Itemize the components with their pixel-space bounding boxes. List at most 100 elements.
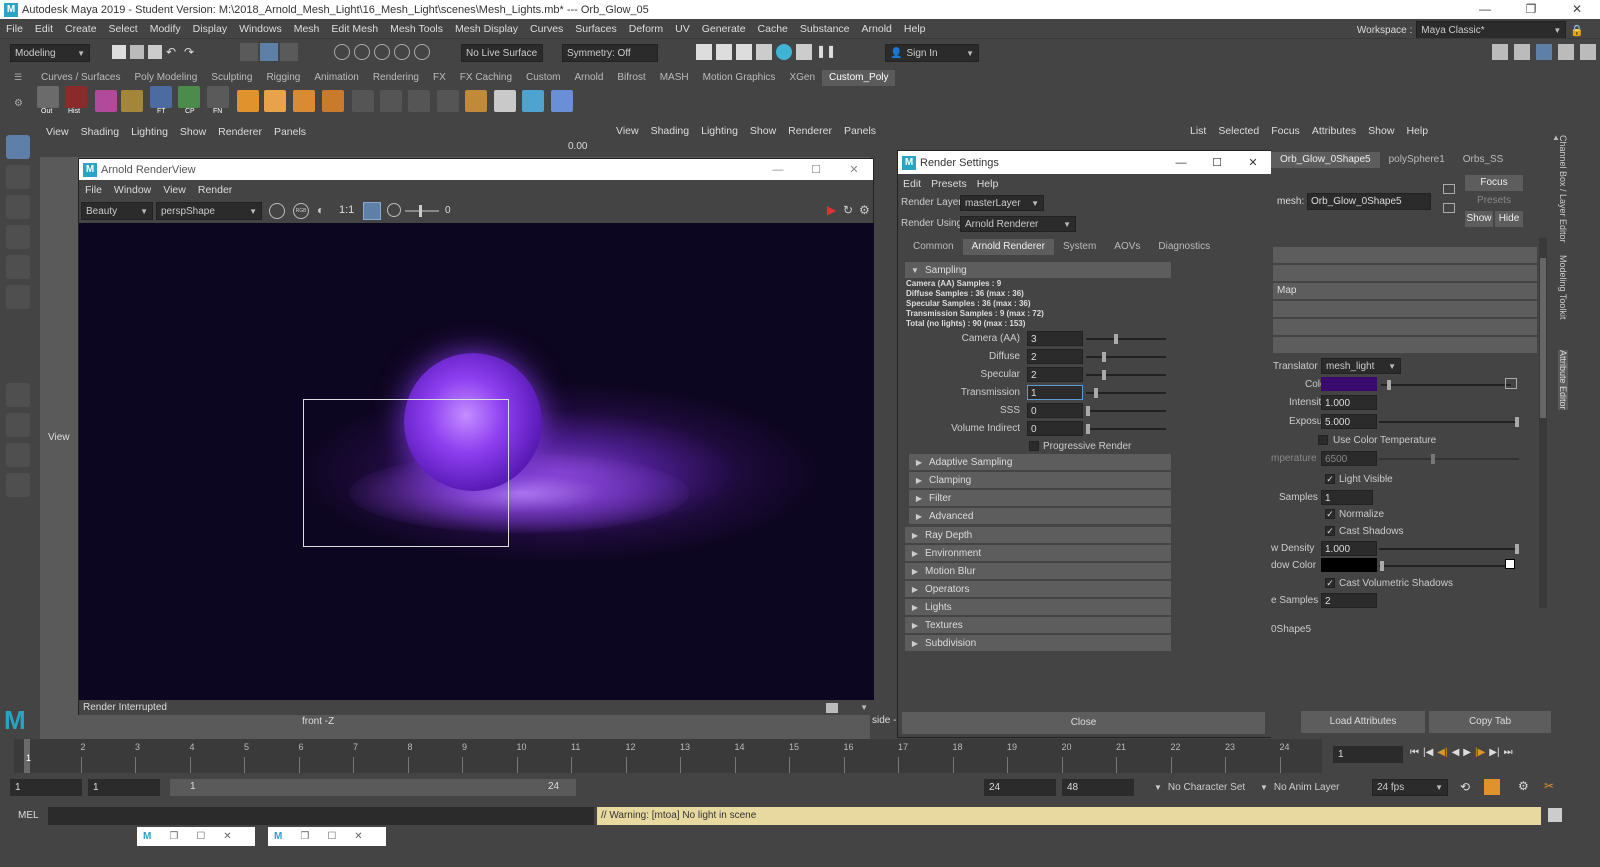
exposure-field[interactable]: 5.000 — [1321, 414, 1377, 429]
rotate-tool-icon[interactable] — [6, 255, 30, 279]
viewport-left-value[interactable]: 0.00 — [568, 141, 587, 152]
shelf-menu-icon[interactable]: ☰ — [14, 72, 24, 82]
sampling-camera-aa-field[interactable]: 3 — [1027, 331, 1083, 346]
mesh-name-field[interactable]: Orb_Glow_0Shape5 — [1307, 193, 1431, 210]
playback-end-field[interactable]: 24 — [984, 779, 1056, 796]
cast-volumetric-shadows-checkbox[interactable]: ✓ — [1325, 578, 1335, 588]
step-forward-frame-icon[interactable]: |▶ — [1475, 747, 1485, 763]
go-to-start-icon[interactable]: ⏮ — [1410, 747, 1419, 763]
shelf-out-icon[interactable] — [37, 86, 59, 108]
menu-mesh-display[interactable]: Mesh Display — [455, 23, 518, 35]
shadow-map-icon[interactable] — [1505, 559, 1515, 569]
viewport-left-menu-lighting[interactable]: Lighting — [131, 126, 168, 138]
subsection-adaptive-sampling[interactable]: ▶ Adaptive Sampling — [909, 454, 1171, 470]
shelf-tab-sculpting[interactable]: Sculpting — [204, 70, 259, 86]
section-lights[interactable]: ▶ Lights — [905, 599, 1171, 615]
shelf-tab-fx[interactable]: FX — [426, 70, 453, 86]
shadow-density-field[interactable]: 1.000 — [1321, 541, 1377, 556]
tab-arnold-renderer[interactable]: Arnold Renderer — [962, 239, 1054, 255]
menuset-dropdown[interactable]: Modeling ▼ — [10, 44, 90, 62]
volume-samples-field[interactable]: 2 — [1321, 593, 1377, 608]
shelf-extrude-icon[interactable] — [237, 90, 259, 112]
menu-help[interactable]: Help — [904, 23, 926, 35]
color-swatch[interactable] — [1321, 377, 1377, 391]
ae-menu-show[interactable]: Show — [1368, 125, 1394, 137]
crop-region-icon[interactable] — [363, 202, 381, 220]
ae-section-row[interactable] — [1273, 265, 1537, 281]
close-icon[interactable]: ✕ — [354, 831, 362, 842]
viewport-left-menu-renderer[interactable]: Renderer — [218, 126, 262, 138]
ae-tab-polysphere1[interactable]: polySphere1 — [1380, 152, 1454, 168]
focus-button[interactable]: Focus — [1465, 175, 1523, 191]
renderview-close-button[interactable]: ✕ — [835, 163, 873, 176]
character-set-dropdown[interactable]: ▼ No Character Set — [1150, 779, 1252, 796]
ae-map-section[interactable]: Map — [1273, 283, 1537, 299]
subsection-filter[interactable]: ▶ Filter — [909, 490, 1171, 506]
lasso-tool-icon[interactable] — [6, 165, 30, 189]
viewport-left-menu-show[interactable]: Show — [180, 126, 206, 138]
maximize-icon[interactable]: ☐ — [327, 831, 336, 842]
open-scene-icon[interactable] — [130, 45, 144, 59]
render-settings-icon[interactable] — [756, 44, 772, 60]
renderview-minimize-button[interactable]: — — [759, 164, 797, 176]
tab-system[interactable]: System — [1054, 239, 1105, 255]
shelf-multicut-icon[interactable] — [380, 90, 402, 112]
sampling-diffuse-slider[interactable] — [1086, 352, 1166, 362]
progressive-render-checkbox[interactable] — [1029, 441, 1039, 451]
sampling-sss-field[interactable]: 0 — [1027, 403, 1083, 418]
auto-key-icon[interactable] — [1484, 779, 1500, 795]
copy-tab-button[interactable]: Copy Tab — [1429, 711, 1551, 733]
menu-windows[interactable]: Windows — [239, 23, 282, 35]
outliner-layout-icon[interactable] — [6, 473, 30, 497]
renderview-menu-view[interactable]: View — [163, 184, 186, 196]
shelf-uv-icon[interactable] — [95, 90, 117, 112]
tool-settings-icon[interactable] — [1558, 44, 1574, 60]
snap-curve-icon[interactable] — [354, 44, 370, 60]
sampling-volume-indirect-field[interactable]: 0 — [1027, 421, 1083, 436]
sampling-volume-indirect-slider[interactable] — [1086, 424, 1166, 434]
translator-dropdown[interactable]: mesh_light ▼ — [1321, 358, 1401, 374]
viewport-right-menu-lighting[interactable]: Lighting — [701, 125, 738, 137]
menu-mesh-tools[interactable]: Mesh Tools — [390, 23, 443, 35]
shelf-tab-bifrost[interactable]: Bifrost — [610, 70, 652, 86]
redo-icon[interactable]: ↷ — [184, 45, 198, 59]
shelf-tab-rendering[interactable]: Rendering — [366, 70, 426, 86]
section-subdivision[interactable]: ▶ Subdivision — [905, 635, 1171, 651]
menu-curves[interactable]: Curves — [530, 23, 563, 35]
anim-layer-dropdown[interactable]: ▼ No Anim Layer — [1256, 779, 1358, 796]
step-back-key-icon[interactable]: |◀ — [1423, 747, 1433, 763]
close-button[interactable]: ✕ — [1554, 0, 1600, 19]
settings-gear-icon[interactable]: ⚙ — [859, 203, 870, 217]
restore-icon[interactable]: ❐ — [300, 831, 309, 842]
viewport-right-menu-show[interactable]: Show — [750, 125, 776, 137]
menu-file[interactable]: File — [6, 23, 23, 35]
tab-aovs[interactable]: AOVs — [1105, 239, 1149, 255]
exposure-slider[interactable] — [405, 205, 439, 217]
aov-dropdown[interactable]: Beauty ▼ — [81, 202, 153, 220]
ae-section-row[interactable] — [1273, 337, 1537, 353]
animation-start-field[interactable]: 1 — [10, 779, 82, 796]
sampling-specular-field[interactable]: 2 — [1027, 367, 1083, 382]
shelf-smooth-icon[interactable] — [551, 90, 573, 112]
ae-menu-attributes[interactable]: Attributes — [1312, 125, 1356, 137]
animation-end-field[interactable]: 48 — [1062, 779, 1134, 796]
ae-section-row[interactable] — [1273, 301, 1537, 317]
shelf-tab-arnold[interactable]: Arnold — [567, 70, 610, 86]
shelf-ft-icon[interactable] — [150, 86, 172, 108]
show-button[interactable]: Show — [1465, 211, 1493, 227]
shelf-tab-rigging[interactable]: Rigging — [259, 70, 307, 86]
section-textures[interactable]: ▶ Textures — [905, 617, 1171, 633]
shelf-bevel-icon[interactable] — [264, 90, 286, 112]
sampling-sss-slider[interactable] — [1086, 406, 1166, 416]
menu-uv[interactable]: UV — [675, 23, 690, 35]
menu-deform[interactable]: Deform — [629, 23, 663, 35]
menu-surfaces[interactable]: Surfaces — [575, 23, 616, 35]
scale-tool-icon[interactable] — [6, 285, 30, 309]
close-button[interactable]: Close — [902, 712, 1265, 734]
viewport-right-menu-panels[interactable]: Panels — [844, 125, 876, 137]
ae-tab-orbs-ss[interactable]: Orbs_SS — [1454, 152, 1513, 168]
viewport-left-menu-view[interactable]: View — [46, 126, 69, 138]
ae-menu-focus[interactable]: Focus — [1271, 125, 1300, 137]
minimized-window-2[interactable]: M ❐ ☐ ✕ — [268, 827, 386, 846]
step-forward-key-icon[interactable]: ▶| — [1489, 747, 1499, 763]
